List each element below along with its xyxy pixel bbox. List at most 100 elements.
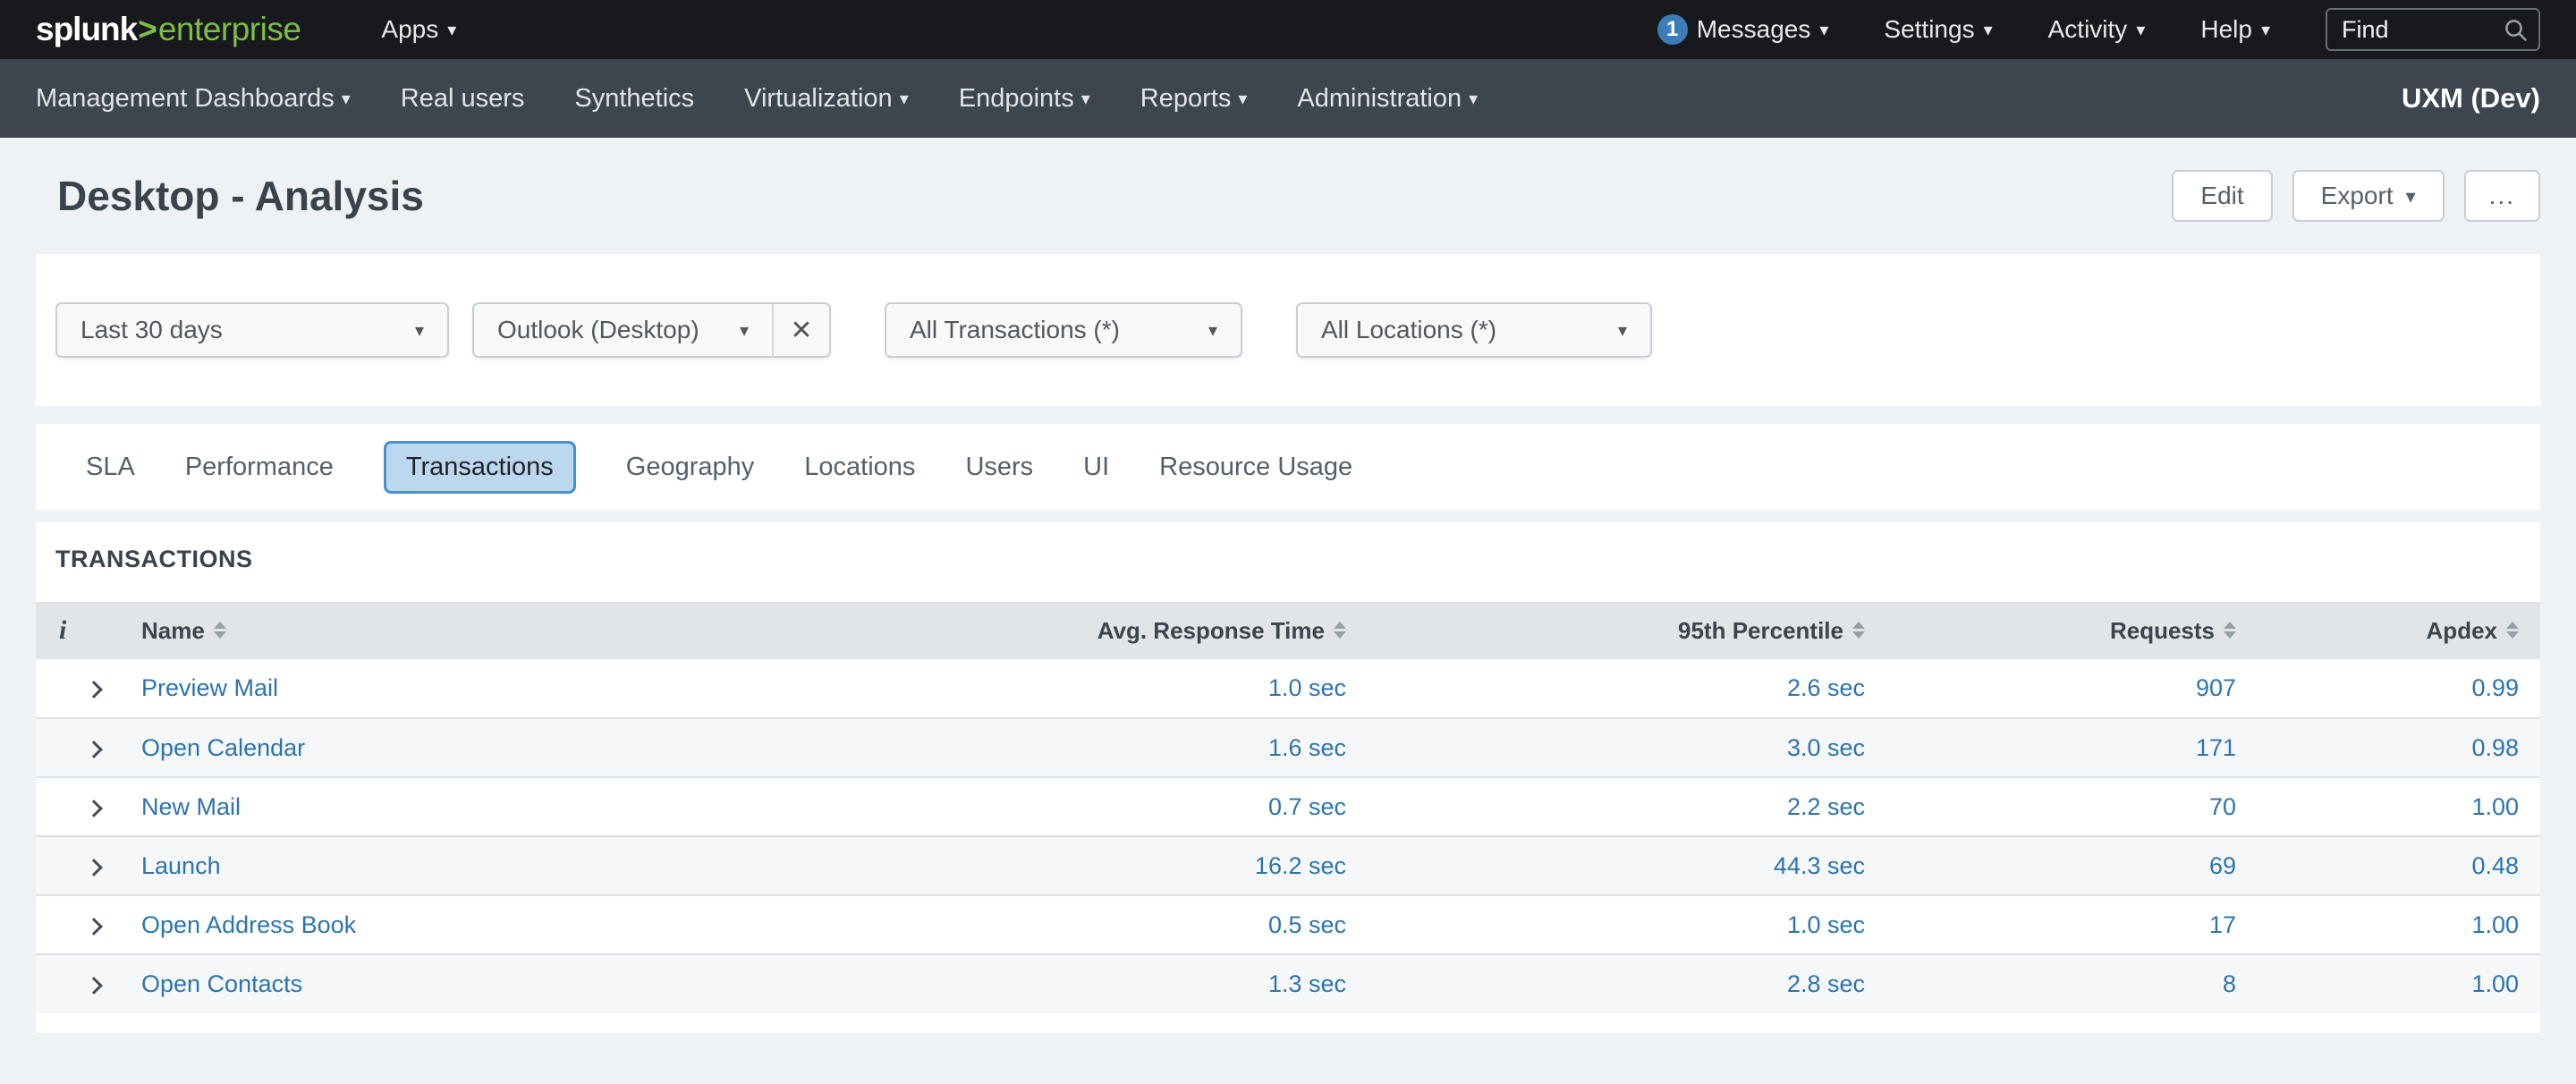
expand-row-chevron-icon[interactable] bbox=[85, 977, 103, 995]
page-header: Desktop - Analysis Edit Export ▾ ... bbox=[0, 138, 2576, 254]
tab-users[interactable]: Users bbox=[965, 453, 1033, 482]
transaction-name-link[interactable]: Launch bbox=[141, 852, 221, 879]
nav-endpoints[interactable]: Endpoints ▾ bbox=[959, 84, 1090, 114]
caret-down-icon: ▾ bbox=[2406, 187, 2416, 207]
tab-resource-usage[interactable]: Resource Usage bbox=[1159, 453, 1352, 482]
name-column-header[interactable]: Name bbox=[141, 602, 845, 659]
transaction-name-link[interactable]: Open Address Book bbox=[141, 911, 356, 938]
logo-splunk-text: splunk bbox=[36, 11, 137, 48]
table-header-row: i Name Avg. Response Time 95th Percentil… bbox=[36, 602, 2540, 659]
tab-performance[interactable]: Performance bbox=[185, 453, 334, 482]
caret-down-icon: ▾ bbox=[2261, 21, 2270, 39]
application-value: Outlook (Desktop) bbox=[497, 316, 699, 344]
edit-button-label: Edit bbox=[2200, 182, 2243, 210]
tab-ui[interactable]: UI bbox=[1083, 453, 1109, 482]
tab-sla[interactable]: SLA bbox=[86, 453, 135, 482]
nav-management-dashboards[interactable]: Management Dashboards ▾ bbox=[36, 84, 351, 114]
avg-response-time-value[interactable]: 0.7 sec bbox=[845, 777, 1346, 836]
requests-value[interactable]: 69 bbox=[1865, 836, 2236, 895]
current-app-label: UXM (Dev) bbox=[2402, 82, 2540, 114]
apdex-value[interactable]: 1.00 bbox=[2236, 777, 2540, 836]
95th-percentile-value[interactable]: 44.3 sec bbox=[1346, 836, 1865, 895]
topbar-right-group: 1 Messages ▾ Settings ▾ Activity ▾ Help … bbox=[1657, 8, 2540, 51]
remove-application-filter-button[interactable]: ✕ bbox=[772, 302, 831, 358]
column-label: 95th Percentile bbox=[1678, 617, 1843, 644]
apdex-value[interactable]: 0.99 bbox=[2236, 659, 2540, 718]
avg-response-time-value[interactable]: 16.2 sec bbox=[845, 836, 1346, 895]
transaction-name-link[interactable]: Open Contacts bbox=[141, 970, 302, 997]
requests-column-header[interactable]: Requests bbox=[1865, 602, 2236, 659]
more-actions-button[interactable]: ... bbox=[2464, 170, 2540, 222]
nav-reports[interactable]: Reports ▾ bbox=[1140, 84, 1248, 114]
apdex-value[interactable]: 0.48 bbox=[2236, 836, 2540, 895]
95th-percentile-value[interactable]: 2.8 sec bbox=[1346, 954, 1865, 1013]
caret-down-icon: ▾ bbox=[415, 319, 424, 342]
apdex-value[interactable]: 1.00 bbox=[2236, 895, 2540, 954]
expand-row-chevron-icon[interactable] bbox=[85, 681, 103, 699]
sort-icon[interactable] bbox=[214, 622, 226, 639]
95th-percentile-value[interactable]: 2.6 sec bbox=[1346, 659, 1865, 718]
nav-synthetics[interactable]: Synthetics bbox=[574, 84, 694, 114]
expand-row-chevron-icon[interactable] bbox=[85, 918, 103, 936]
caret-down-icon: ▾ bbox=[1618, 319, 1627, 342]
sort-icon[interactable] bbox=[2506, 622, 2519, 639]
avg-response-time-column-header[interactable]: Avg. Response Time bbox=[845, 602, 1346, 659]
messages-menu[interactable]: 1 Messages ▾ bbox=[1657, 14, 1829, 45]
splunk-logo[interactable]: splunk>enterprise bbox=[36, 11, 301, 48]
page-title: Desktop - Analysis bbox=[57, 172, 424, 220]
transaction-name-link[interactable]: New Mail bbox=[141, 793, 241, 820]
avg-response-time-value[interactable]: 1.0 sec bbox=[845, 659, 1346, 718]
sort-icon[interactable] bbox=[1334, 622, 1346, 639]
avg-response-time-value[interactable]: 0.5 sec bbox=[845, 895, 1346, 954]
95th-percentile-column-header[interactable]: 95th Percentile bbox=[1346, 602, 1865, 659]
info-icon: i bbox=[59, 615, 66, 645]
avg-response-time-value[interactable]: 1.6 sec bbox=[845, 718, 1346, 777]
nav-virtualization[interactable]: Virtualization ▾ bbox=[744, 84, 909, 114]
tab-geography[interactable]: Geography bbox=[626, 453, 755, 482]
sort-icon[interactable] bbox=[2224, 622, 2236, 639]
export-button[interactable]: Export ▾ bbox=[2292, 170, 2445, 222]
table-row: Open Address Book 0.5 sec 1.0 sec 17 1.0… bbox=[36, 895, 2540, 954]
caret-down-icon: ▾ bbox=[740, 319, 749, 342]
nav-administration[interactable]: Administration ▾ bbox=[1297, 84, 1478, 114]
requests-value[interactable]: 17 bbox=[1865, 895, 2236, 954]
nav-item-label: Administration bbox=[1297, 84, 1462, 114]
requests-value[interactable]: 907 bbox=[1865, 659, 2236, 718]
avg-response-time-value[interactable]: 1.3 sec bbox=[845, 954, 1346, 1013]
tab-transactions[interactable]: Transactions bbox=[384, 441, 576, 494]
tab-locations[interactable]: Locations bbox=[804, 453, 915, 482]
help-menu[interactable]: Help ▾ bbox=[2200, 15, 2270, 44]
sort-icon[interactable] bbox=[1852, 622, 1865, 639]
transaction-name-link[interactable]: Open Calendar bbox=[141, 734, 305, 761]
locations-filter-dropdown[interactable]: All Locations (*) ▾ bbox=[1296, 302, 1652, 358]
tabs-bar: SLA Performance Transactions Geography L… bbox=[36, 424, 2540, 510]
95th-percentile-value[interactable]: 1.0 sec bbox=[1346, 895, 1865, 954]
apdex-value[interactable]: 1.00 bbox=[2236, 954, 2540, 1013]
nav-real-users[interactable]: Real users bbox=[401, 84, 525, 114]
apdex-column-header[interactable]: Apdex bbox=[2236, 602, 2540, 659]
requests-value[interactable]: 171 bbox=[1865, 718, 2236, 777]
settings-menu[interactable]: Settings ▾ bbox=[1884, 15, 1992, 44]
caret-down-icon: ▾ bbox=[1208, 319, 1217, 342]
table-row: Launch 16.2 sec 44.3 sec 69 0.48 bbox=[36, 836, 2540, 895]
requests-value[interactable]: 8 bbox=[1865, 954, 2236, 1013]
transactions-table: i Name Avg. Response Time 95th Percentil… bbox=[36, 602, 2540, 1013]
apps-menu[interactable]: Apps ▾ bbox=[381, 15, 456, 44]
apdex-value[interactable]: 0.98 bbox=[2236, 718, 2540, 777]
expand-row-chevron-icon[interactable] bbox=[85, 800, 103, 817]
95th-percentile-value[interactable]: 3.0 sec bbox=[1346, 718, 1865, 777]
filters-panel: Last 30 days ▾ Outlook (Desktop) ▾ ✕ All… bbox=[36, 254, 2540, 406]
activity-menu[interactable]: Activity ▾ bbox=[2048, 15, 2146, 44]
requests-value[interactable]: 70 bbox=[1865, 777, 2236, 836]
top-bar: splunk>enterprise Apps ▾ 1 Messages ▾ Se… bbox=[0, 0, 2576, 59]
column-label: Name bbox=[141, 617, 205, 644]
transaction-name-link[interactable]: Preview Mail bbox=[141, 674, 278, 701]
95th-percentile-value[interactable]: 2.2 sec bbox=[1346, 777, 1865, 836]
edit-button[interactable]: Edit bbox=[2172, 170, 2272, 222]
expand-row-chevron-icon[interactable] bbox=[85, 741, 103, 758]
table-row: New Mail 0.7 sec 2.2 sec 70 1.00 bbox=[36, 777, 2540, 836]
time-range-dropdown[interactable]: Last 30 days ▾ bbox=[55, 302, 449, 358]
application-dropdown[interactable]: Outlook (Desktop) ▾ bbox=[472, 302, 772, 358]
transactions-filter-dropdown[interactable]: All Transactions (*) ▾ bbox=[885, 302, 1242, 358]
expand-row-chevron-icon[interactable] bbox=[85, 859, 103, 877]
